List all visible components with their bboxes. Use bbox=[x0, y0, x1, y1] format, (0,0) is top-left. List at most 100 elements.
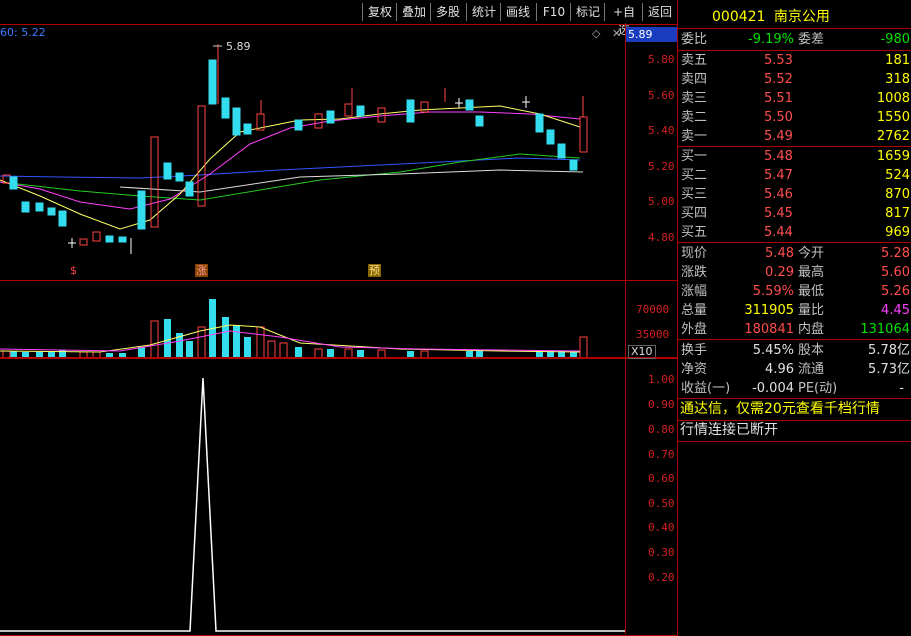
stat-label: 内盘 bbox=[798, 322, 825, 337]
stat-value: 4.45 bbox=[881, 303, 910, 318]
sell-price: 5.53 bbox=[764, 53, 793, 68]
marker-dollar[interactable]: $ bbox=[70, 264, 77, 277]
stat-label: 外盘 bbox=[681, 322, 708, 337]
buy-label: 买三 bbox=[681, 187, 708, 202]
buy-row: 买一 5.48 1659 bbox=[678, 147, 911, 166]
candlestick-chart[interactable] bbox=[0, 24, 625, 281]
volume-tick: 70000 bbox=[636, 303, 670, 316]
stock-code: 000421 bbox=[712, 9, 766, 25]
stat-label: 最高 bbox=[798, 265, 825, 280]
back-button[interactable]: 返回 bbox=[642, 3, 677, 21]
weibi-value: -9.19% bbox=[748, 32, 794, 47]
stat-row: 涨幅 5.59% 最低 5.26 bbox=[678, 282, 911, 301]
buy-label: 买四 bbox=[681, 206, 708, 221]
sell-row: 卖五 5.53 181 bbox=[678, 51, 911, 70]
sell-volume: 1008 bbox=[876, 91, 910, 106]
statistics-button[interactable]: 统计 bbox=[466, 3, 501, 21]
volume-tick: 35000 bbox=[636, 328, 670, 341]
stat-label: 涨跌 bbox=[681, 265, 708, 280]
buy-price: 5.47 bbox=[764, 168, 793, 183]
price-tick: 5.40 bbox=[648, 124, 675, 137]
price-tick: 5.60 bbox=[648, 89, 675, 102]
fund-label: 换手 bbox=[681, 343, 708, 358]
stat-value: 5.60 bbox=[881, 265, 910, 280]
indicator-tick: 0.40 bbox=[648, 521, 675, 534]
indicator-tick: 0.90 bbox=[648, 398, 675, 411]
fund-label: 收益(一) bbox=[681, 381, 731, 396]
stat-row: 涨跌 0.29 最高 5.60 bbox=[678, 263, 911, 282]
add-watchlist-button[interactable]: +自选 bbox=[604, 3, 643, 37]
buy-price: 5.46 bbox=[764, 187, 793, 202]
sell-volume: 2762 bbox=[876, 129, 910, 144]
buy-row: 买四 5.45 817 bbox=[678, 204, 911, 223]
sell-price: 5.51 bbox=[764, 91, 793, 106]
weibi-label: 委比 bbox=[681, 32, 708, 47]
volume-bars[interactable] bbox=[0, 281, 625, 358]
fund-value: 5.73亿 bbox=[868, 362, 910, 377]
sell-price: 5.52 bbox=[764, 72, 793, 87]
sell-volume: 318 bbox=[885, 72, 910, 87]
stock-header: 000421 南京公用 bbox=[712, 6, 830, 26]
fund-value: 5.78亿 bbox=[868, 343, 910, 358]
stat-value: 0.29 bbox=[765, 265, 794, 280]
fuquan-button[interactable]: 复权 bbox=[362, 3, 397, 21]
fund-value: 4.96 bbox=[765, 362, 794, 377]
quote-panel: 000421 南京公用 委比 -9.19% 委差 -980 卖五 5.53 18… bbox=[677, 0, 911, 635]
down-candles bbox=[9, 59, 578, 243]
high-price-label: 5.89 bbox=[226, 40, 251, 53]
buy-row: 买五 5.44 969 bbox=[678, 223, 911, 242]
connection-status: 行情连接已断开 bbox=[680, 422, 778, 438]
sell-label: 卖二 bbox=[681, 110, 708, 125]
weicha-value: -980 bbox=[880, 32, 910, 47]
stat-label: 量比 bbox=[798, 303, 825, 318]
indicator-tick: 1.00 bbox=[648, 373, 675, 386]
sell-price: 5.49 bbox=[764, 129, 793, 144]
indicator-line-chart[interactable] bbox=[0, 358, 625, 635]
buy-volume: 969 bbox=[885, 225, 910, 240]
sell-label: 卖四 bbox=[681, 72, 708, 87]
sell-row: 卖三 5.51 1008 bbox=[678, 89, 911, 108]
multi-stock-button[interactable]: 多股 bbox=[430, 3, 465, 21]
stat-row: 总量 311905 量比 4.45 bbox=[678, 301, 911, 320]
stat-value: 311905 bbox=[744, 303, 794, 318]
buy-row: 买二 5.47 524 bbox=[678, 166, 911, 185]
indicator-line bbox=[0, 377, 625, 632]
buy-row: 买三 5.46 870 bbox=[678, 185, 911, 204]
ma-line-magenta bbox=[0, 111, 581, 210]
marker-zhang[interactable]: 涨 bbox=[195, 264, 208, 277]
buy-label: 买一 bbox=[681, 149, 708, 164]
buy-price: 5.45 bbox=[764, 206, 793, 221]
price-tick: 5.00 bbox=[648, 195, 675, 208]
sell-row: 卖四 5.52 318 bbox=[678, 70, 911, 89]
ma-line-blue bbox=[0, 157, 581, 179]
weibi-row: 委比 -9.19% 委差 -980 bbox=[678, 30, 911, 49]
stat-value: 5.48 bbox=[765, 246, 794, 261]
sell-row: 卖二 5.50 1550 bbox=[678, 108, 911, 127]
indicator-tick: 0.80 bbox=[648, 423, 675, 436]
fund-value: -0.004 bbox=[752, 381, 794, 396]
stat-label: 最低 bbox=[798, 284, 825, 299]
fund-value: - bbox=[899, 381, 904, 396]
buy-volume: 1659 bbox=[876, 149, 910, 164]
fund-label: 净资 bbox=[681, 362, 708, 377]
draw-line-button[interactable]: 画线 bbox=[500, 3, 535, 21]
sell-volume: 181 bbox=[885, 53, 910, 68]
marker-yu[interactable]: 预 bbox=[368, 264, 381, 277]
promo-link[interactable]: 通达信，仅需20元查看千档行情 bbox=[678, 400, 911, 419]
sell-volume: 1550 bbox=[876, 110, 910, 125]
fund-label: 股本 bbox=[798, 343, 825, 358]
buy-volume: 524 bbox=[885, 168, 910, 183]
sell-label: 卖五 bbox=[681, 53, 708, 68]
buy-label: 买五 bbox=[681, 225, 708, 240]
stock-name: 南京公用 bbox=[773, 9, 830, 25]
f10-button[interactable]: F10 bbox=[536, 3, 571, 21]
stat-value: 131064 bbox=[860, 322, 910, 337]
indicator-tick: 0.50 bbox=[648, 497, 675, 510]
overlay-button[interactable]: 叠加 bbox=[396, 3, 431, 21]
mark-button[interactable]: 标记 bbox=[570, 3, 605, 21]
fund-label: 流通 bbox=[798, 362, 825, 377]
sell-price: 5.50 bbox=[764, 110, 793, 125]
stat-label: 涨幅 bbox=[681, 284, 708, 299]
fund-row: 净资 4.96 流通 5.73亿 bbox=[678, 360, 911, 379]
buy-label: 买二 bbox=[681, 168, 708, 183]
